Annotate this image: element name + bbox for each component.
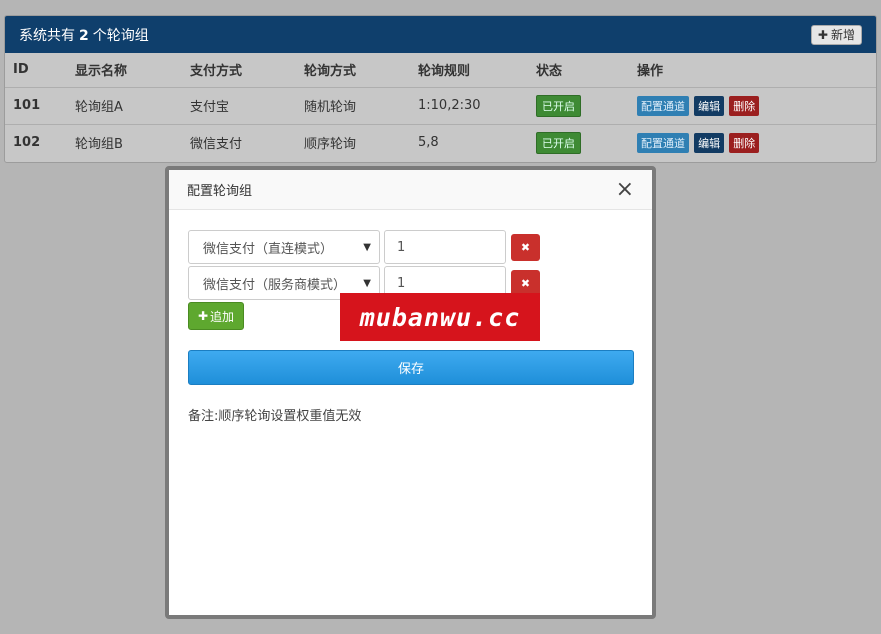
row-id: 101 [5, 87, 67, 125]
row-name: 轮询组A [67, 87, 182, 125]
row-mode: 顺序轮询 [304, 137, 357, 153]
watermark-logo: mubanwu.cc [340, 293, 540, 341]
note-text: 备注:顺序轮询设置权重值无效 [188, 409, 362, 424]
modal-header: 配置轮询组 × [169, 170, 652, 210]
table-row: 101 轮询组A 支付宝 随机轮询 1:10,2:30 已开启 配置通道 编辑 … [5, 87, 876, 125]
config-channel-button[interactable]: 配置通道 [637, 132, 689, 153]
row-pay: 微信支付 [190, 137, 243, 153]
poll-group-table: ID 显示名称 支付方式 轮询方式 轮询规则 状态 操作 101 轮询组A 支付… [5, 53, 876, 161]
row-rule: 5,8 [418, 135, 439, 151]
weight-input[interactable]: 1 [384, 230, 506, 264]
remove-channel-button[interactable]: ✖ [511, 233, 540, 261]
status-badge: 已开启 [536, 94, 581, 117]
group-count: 2 [79, 27, 89, 44]
add-group-button[interactable]: ✚ 新增 [810, 24, 862, 45]
col-mode: 轮询方式 [296, 53, 410, 88]
status-badge: 已开启 [536, 131, 581, 154]
append-channel-button[interactable]: ✚ 追加 [188, 302, 244, 330]
channel-row: 微信支付（直连模式） ▼ 1 ✖ [188, 230, 633, 264]
row-pay: 支付宝 [182, 87, 296, 125]
delete-button[interactable]: 删除 [729, 95, 760, 116]
row-rule: 1:10,2:30 [410, 87, 528, 125]
chevron-down-icon: ▼ [363, 277, 371, 289]
edit-button[interactable]: 编辑 [694, 132, 725, 153]
table-header-row: ID 显示名称 支付方式 轮询方式 轮询规则 状态 操作 [5, 53, 876, 88]
col-rule: 轮询规则 [410, 53, 528, 88]
config-poll-group-modal: 配置轮询组 × 微信支付（直连模式） ▼ 1 ✖ 微信支付（服务商模式） ▼ 1… [165, 166, 656, 619]
row-name: 轮询组B [75, 137, 123, 153]
save-button[interactable]: 保存 [188, 350, 634, 385]
col-pay: 支付方式 [182, 53, 296, 88]
row-id: 102 [13, 135, 41, 151]
close-icon[interactable]: × [616, 178, 634, 201]
channel-select[interactable]: 微信支付（直连模式） ▼ [188, 230, 380, 264]
delete-button[interactable]: 删除 [729, 132, 760, 153]
col-actions: 操作 [629, 53, 876, 88]
plus-icon: ✚ [817, 27, 828, 42]
panel-header: 系统共有 2 个轮询组 ✚ 新增 [5, 16, 876, 53]
modal-title: 配置轮询组 [187, 184, 253, 199]
config-channel-button[interactable]: 配置通道 [637, 95, 689, 116]
close-icon: ✖ [520, 240, 531, 254]
chevron-down-icon: ▼ [363, 241, 371, 253]
panel-title: 系统共有 2 个轮询组 [19, 27, 149, 44]
table-row: 102 轮询组B 微信支付 顺序轮询 5,8 已开启 配置通道 编辑 删除 [5, 124, 876, 161]
close-icon: ✖ [520, 276, 531, 290]
poll-group-panel: 系统共有 2 个轮询组 ✚ 新增 ID 显示名称 支付方式 轮询方式 轮询规则 状态… [4, 15, 877, 163]
plus-icon: ✚ [197, 309, 209, 323]
edit-button[interactable]: 编辑 [694, 95, 725, 116]
col-name: 显示名称 [67, 53, 182, 88]
col-status: 状态 [528, 53, 629, 88]
row-mode: 随机轮询 [296, 87, 410, 125]
col-id: ID [5, 53, 67, 88]
